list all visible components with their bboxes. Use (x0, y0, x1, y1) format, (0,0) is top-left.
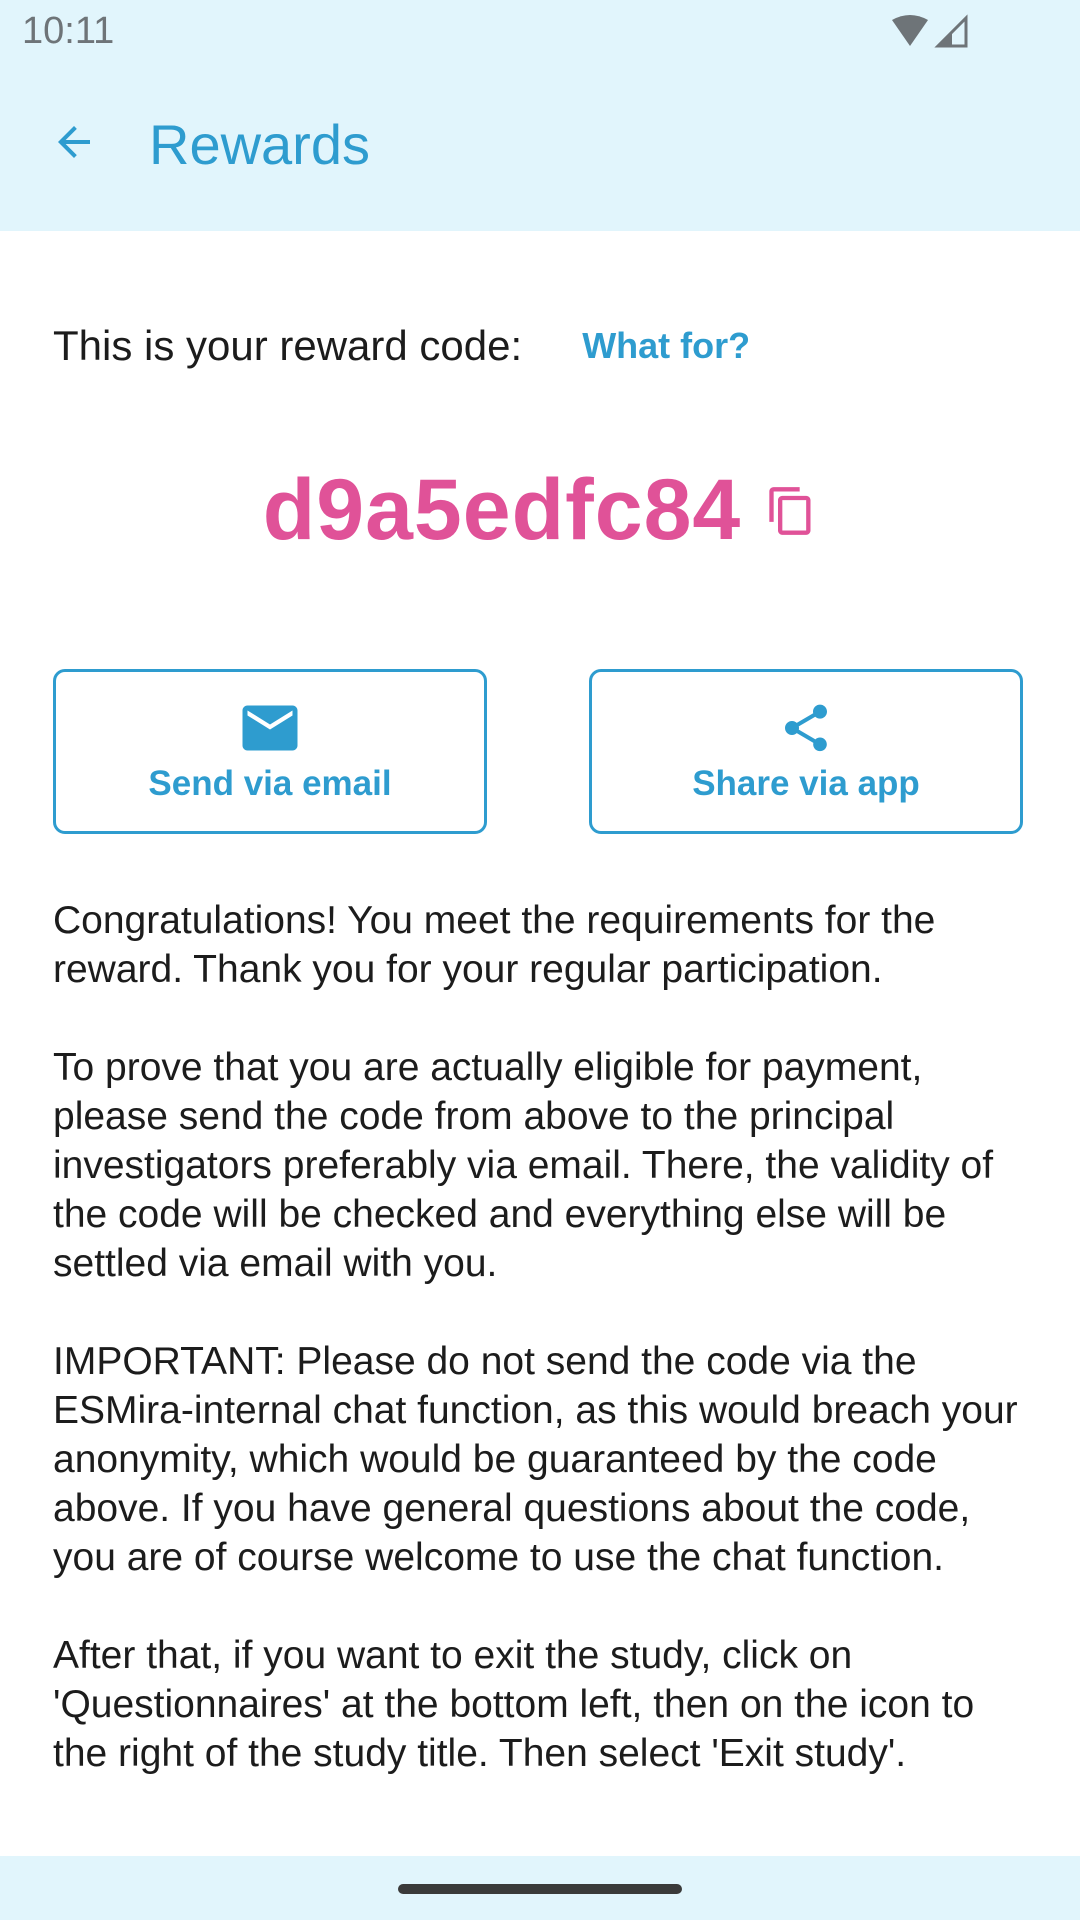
email-icon (242, 705, 298, 750)
status-bar: 10:11 (0, 0, 1080, 64)
home-gesture-handle[interactable] (398, 1884, 682, 1894)
reward-instructions: Congratulations! You meet the requiremen… (53, 896, 1033, 1804)
status-icons (892, 14, 968, 48)
share-icon (785, 704, 827, 751)
signal-icon (934, 14, 968, 48)
app-bar: Rewards (0, 64, 1080, 231)
send-via-email-button[interactable]: Send via email (53, 669, 487, 834)
reward-code-label: This is your reward code: (53, 322, 523, 369)
what-for-link[interactable]: What for? (582, 325, 750, 367)
paragraph-exit-study: After that, if you want to exit the stud… (53, 1634, 975, 1775)
rewards-content[interactable]: This is your reward code: What for? d9a5… (0, 231, 1080, 1804)
copy-icon[interactable] (765, 485, 817, 537)
back-button[interactable] (34, 102, 114, 182)
paragraph-proof: To prove that you are actually eligible … (53, 1046, 994, 1285)
reward-code: d9a5edfc84 (262, 462, 742, 558)
wifi-icon (892, 15, 928, 46)
send-via-email-label: Send via email (148, 763, 392, 803)
page-title: Rewards (149, 113, 370, 176)
share-via-app-button[interactable]: Share via app (589, 669, 1023, 834)
arrow-back-icon (58, 126, 90, 158)
reward-code-row: d9a5edfc84 (0, 461, 1080, 560)
navigation-bar (0, 1856, 1080, 1920)
paragraph-important: IMPORTANT: Please do not send the code v… (53, 1340, 1018, 1579)
status-time: 10:11 (22, 10, 115, 52)
reward-code-header: This is your reward code: What for? (53, 322, 1027, 370)
share-via-app-label: Share via app (692, 763, 920, 803)
paragraph-congratulations: Congratulations! You meet the requiremen… (53, 899, 936, 991)
